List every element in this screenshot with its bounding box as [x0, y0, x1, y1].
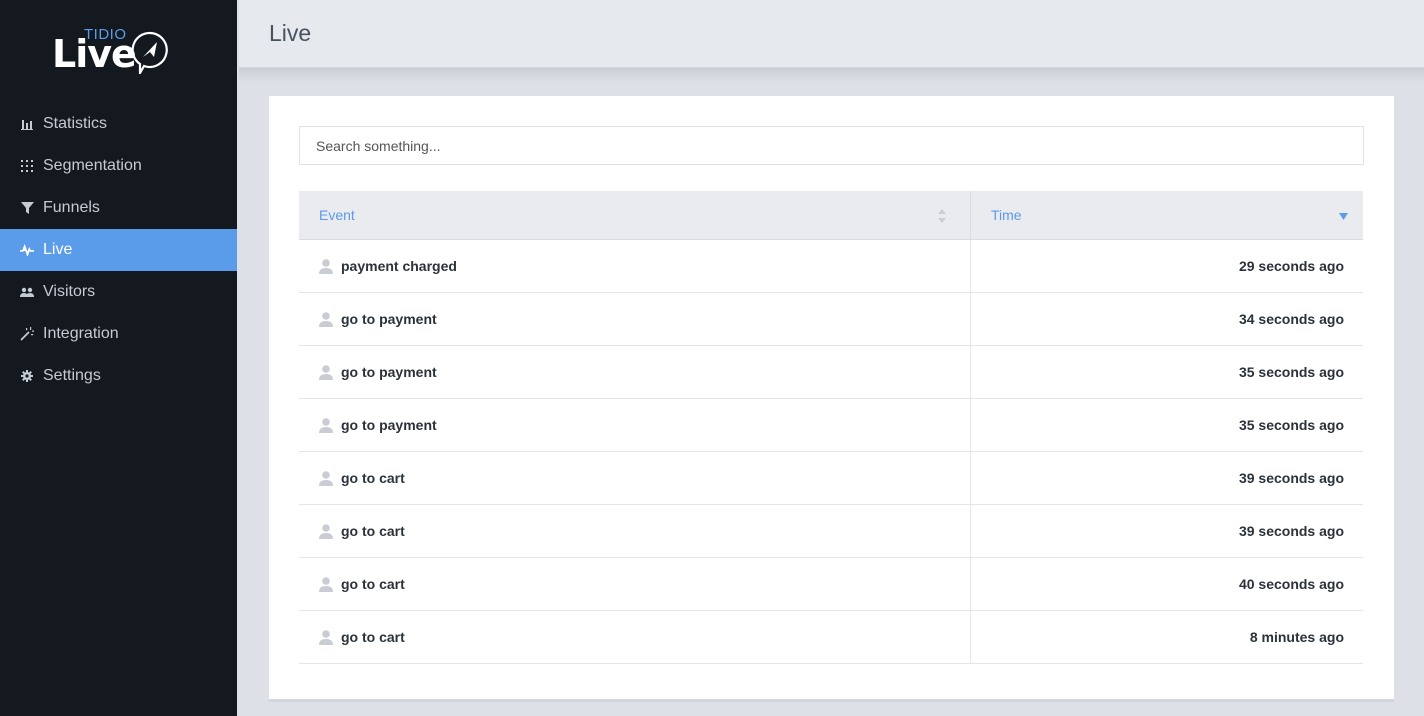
- column-header-label: Time: [991, 207, 1022, 223]
- sidebar-item-statistics[interactable]: Statistics: [0, 103, 237, 145]
- event-cell: go to cart: [299, 611, 971, 663]
- sidebar-item-live[interactable]: Live: [0, 229, 237, 271]
- column-header-event[interactable]: Event: [299, 191, 971, 239]
- user-icon: [319, 311, 333, 327]
- event-cell: payment charged: [299, 240, 971, 292]
- table-row[interactable]: go to cart 39 seconds ago: [299, 452, 1363, 505]
- event-cell: go to cart: [299, 505, 971, 557]
- event-name: go to payment: [341, 364, 437, 380]
- search-input[interactable]: [299, 126, 1364, 165]
- sidebar-item-label: Live: [43, 241, 73, 258]
- pulse-icon: [20, 243, 34, 257]
- time-cell: 29 seconds ago: [1238, 258, 1344, 274]
- sidebar: TIDIO Live Statistics Segmentation Funne…: [0, 0, 237, 716]
- funnel-icon: [20, 201, 34, 215]
- user-icon: [319, 258, 333, 274]
- sidebar-item-label: Statistics: [43, 115, 108, 132]
- column-header-label: Event: [319, 207, 355, 223]
- user-icon: [319, 470, 333, 486]
- sidebar-item-label: Settings: [43, 367, 101, 384]
- event-name: go to cart: [341, 629, 405, 645]
- sidebar-item-segmentation[interactable]: Segmentation: [0, 145, 237, 187]
- column-header-time[interactable]: Time: [971, 191, 1363, 239]
- event-cell: go to cart: [299, 452, 971, 504]
- time-cell: 8 minutes ago: [1249, 629, 1344, 645]
- live-events-card: Event Time payment charged 29 seconds ag…: [269, 96, 1394, 702]
- sidebar-nav: Statistics Segmentation Funnels Live Vis…: [0, 103, 237, 397]
- table-row[interactable]: go to payment 34 seconds ago: [299, 293, 1363, 346]
- event-name: go to cart: [341, 470, 405, 486]
- sidebar-item-settings[interactable]: Settings: [0, 355, 237, 397]
- user-icon: [319, 417, 333, 433]
- sidebar-item-label: Segmentation: [43, 157, 142, 174]
- time-cell: 34 seconds ago: [1238, 311, 1344, 327]
- time-cell: 39 seconds ago: [1238, 523, 1344, 539]
- user-icon: [319, 576, 333, 592]
- events-table: Event Time payment charged 29 seconds ag…: [299, 191, 1363, 664]
- time-cell: 35 seconds ago: [1238, 364, 1344, 380]
- tidio-live-logo[interactable]: TIDIO Live: [52, 26, 174, 76]
- grid-icon: [20, 159, 34, 173]
- user-icon: [319, 523, 333, 539]
- event-name: payment charged: [341, 258, 457, 274]
- user-icon: [319, 364, 333, 380]
- event-cell: go to payment: [299, 399, 971, 451]
- sort-icon: [938, 209, 946, 223]
- speech-bubble-icon: [131, 31, 168, 74]
- event-cell: go to cart: [299, 558, 971, 610]
- event-cell: go to payment: [299, 346, 971, 398]
- table-row[interactable]: go to payment 35 seconds ago: [299, 346, 1363, 399]
- sidebar-item-label: Visitors: [43, 283, 96, 300]
- sort-descending-icon: [1339, 213, 1348, 220]
- bar-chart-icon: [20, 117, 34, 131]
- sidebar-item-visitors[interactable]: Visitors: [0, 271, 237, 313]
- time-cell: 40 seconds ago: [1238, 576, 1344, 592]
- table-header: Event Time: [299, 191, 1363, 240]
- table-row[interactable]: go to cart 40 seconds ago: [299, 558, 1363, 611]
- sidebar-item-label: Integration: [43, 325, 119, 342]
- magic-wand-icon: [20, 327, 34, 341]
- top-bar: Live: [239, 0, 1424, 68]
- sidebar-item-label: Funnels: [43, 199, 100, 216]
- table-row[interactable]: go to cart 39 seconds ago: [299, 505, 1363, 558]
- user-icon: [319, 629, 333, 645]
- table-row[interactable]: go to cart 8 minutes ago: [299, 611, 1363, 664]
- gear-icon: [20, 369, 34, 383]
- table-row[interactable]: payment charged 29 seconds ago: [299, 240, 1363, 293]
- top-bar-shadow: [239, 68, 1424, 82]
- page-title: Live: [269, 20, 312, 46]
- event-name: go to cart: [341, 576, 405, 592]
- event-name: go to payment: [341, 311, 437, 327]
- event-cell: go to payment: [299, 293, 971, 345]
- event-name: go to payment: [341, 417, 437, 433]
- logo-live-text: Live: [52, 32, 137, 76]
- time-cell: 39 seconds ago: [1238, 470, 1344, 486]
- event-name: go to cart: [341, 523, 405, 539]
- sidebar-item-integration[interactable]: Integration: [0, 313, 237, 355]
- table-row[interactable]: go to payment 35 seconds ago: [299, 399, 1363, 452]
- sidebar-item-funnels[interactable]: Funnels: [0, 187, 237, 229]
- time-cell: 35 seconds ago: [1238, 417, 1344, 433]
- users-icon: [20, 285, 34, 299]
